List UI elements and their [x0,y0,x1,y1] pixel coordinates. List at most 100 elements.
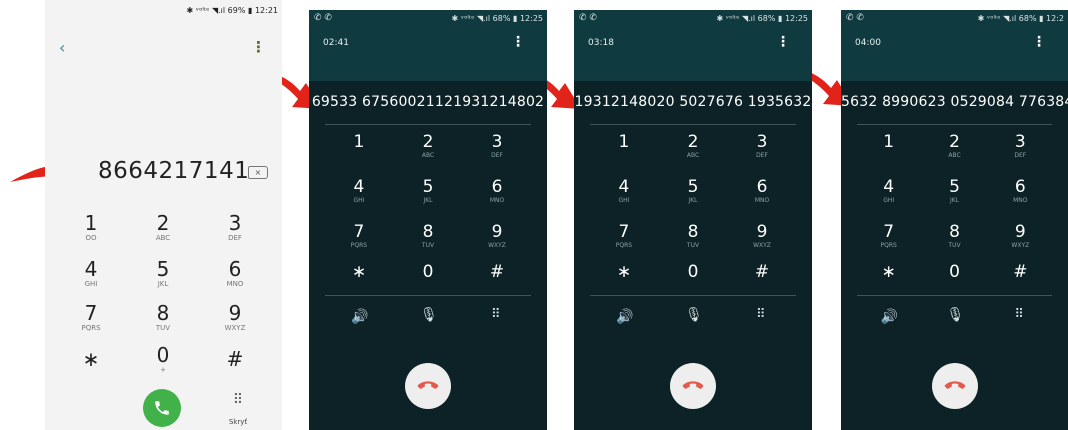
mute-mic-icon[interactable]: 🎙 [420,307,438,323]
key-star[interactable]: ∗ [61,348,121,370]
key-4[interactable]: 4 GHI [859,177,919,205]
key-3[interactable]: 3 DEF [990,132,1050,160]
key-hash[interactable]: # [990,262,1050,282]
key-3[interactable]: 3 DEF [205,212,265,243]
key-letters: MNO [226,280,244,288]
key-3[interactable]: 3 DEF [467,132,527,160]
key-5[interactable]: 5 JKL [133,258,193,289]
key-9[interactable]: 9 WXYZ [467,222,527,250]
key-letters: ABC [155,234,171,242]
key-2[interactable]: 2 ABC [925,132,985,160]
key-4[interactable]: 4 GHI [329,177,389,205]
key-digit: 6 [491,177,503,197]
mute-mic-icon[interactable]: 🎙 [947,307,965,323]
speaker-icon[interactable]: 🔊 [351,309,368,325]
key-digit: 8 [949,222,960,242]
key-1[interactable]: 1 [859,132,919,152]
end-call-button[interactable] [931,363,978,409]
hang-up-icon [682,381,704,389]
key-digit: 9 [491,222,503,242]
backspace-icon[interactable]: × [248,166,268,179]
key-5[interactable]: 5 JKL [398,177,458,205]
key-star[interactable]: ∗ [859,262,919,282]
key-2[interactable]: 2 ABC [133,212,193,243]
key-5[interactable]: 5 JKL [925,177,985,205]
key-8[interactable]: 8 TUV [133,302,193,333]
key-digit: ∗ [881,262,896,282]
keypad-icon[interactable]: ⠿ [491,307,501,322]
key-digit: 2 [687,132,699,152]
key-hash[interactable]: # [467,262,527,282]
key-letters: OO [85,234,97,242]
key-digit: # [754,262,770,282]
key-digit: # [489,262,505,282]
key-letters: PQRS [880,242,897,249]
key-6[interactable]: 6 MNO [205,258,265,289]
key-0[interactable]: 0 [925,262,985,282]
key-letters: MNO [754,197,770,204]
key-6[interactable]: 6 MNO [467,177,527,205]
status-bar: ✱ ᵛᵒˡᵗᵉ ◥.ıl 68% ▮ 12:25 [451,14,543,23]
key-8[interactable]: 8 TUV [925,222,985,250]
mute-mic-icon[interactable]: 🎙 [685,307,703,323]
key-digit: 3 [228,211,242,235]
key-8[interactable]: 8 TUV [663,222,723,250]
divider [590,124,796,125]
key-1[interactable]: 1 OO [61,212,121,243]
key-1[interactable]: 1 [329,132,389,152]
key-1[interactable]: 1 [594,132,654,152]
divider [590,295,796,296]
key-9[interactable]: 9 WXYZ [205,302,265,333]
more-options-icon[interactable]: ⋮ [1032,34,1046,50]
more-options-icon[interactable]: ⋮ [776,34,790,50]
key-digit: 7 [883,222,895,242]
call-status-icon: ✆ ✆ [579,13,597,23]
key-7[interactable]: 7 PQRS [859,222,919,250]
more-options-icon[interactable]: ⋮ [511,34,525,50]
key-2[interactable]: 2 ABC [663,132,723,160]
key-letters: JKL [423,197,433,204]
key-6[interactable]: 6 MNO [732,177,792,205]
key-0[interactable]: 0 [398,262,458,282]
key-digit: 1 [883,132,895,152]
speaker-icon[interactable]: 🔊 [616,309,633,325]
key-letters: WXYZ [753,242,771,249]
more-options-icon[interactable]: ⋮ [251,38,266,56]
key-7[interactable]: 7 PQRS [594,222,654,250]
key-4[interactable]: 4 GHI [61,258,121,289]
key-letters: ABC [948,152,961,159]
key-0[interactable]: 0 [663,262,723,282]
keypad-icon[interactable]: ⠿ [756,307,766,322]
call-button[interactable] [143,389,181,427]
end-call-button[interactable] [670,363,716,409]
key-hash[interactable]: # [205,348,265,370]
key-digit: 2 [156,211,170,235]
divider [857,295,1052,296]
key-star[interactable]: ∗ [329,262,389,282]
key-digit: ∗ [616,262,632,282]
key-digit: 8 [422,222,434,242]
end-call-button[interactable] [405,363,451,409]
key-8[interactable]: 8 TUV [398,222,458,250]
key-4[interactable]: 4 GHI [594,177,654,205]
key-letters: PQRS [615,242,633,249]
key-0[interactable]: 0 + [133,344,193,375]
key-hash[interactable]: # [732,262,792,282]
key-digit: 6 [756,177,768,197]
key-5[interactable]: 5 JKL [663,177,723,205]
key-3[interactable]: 3 DEF [732,132,792,160]
key-7[interactable]: 7 PQRS [61,302,121,333]
key-6[interactable]: 6 MNO [990,177,1050,205]
key-star[interactable]: ∗ [594,262,654,282]
key-9[interactable]: 9 WXYZ [990,222,1050,250]
key-2[interactable]: 2 ABC [398,132,458,160]
key-9[interactable]: 9 WXYZ [732,222,792,250]
back-chevron-icon[interactable]: ‹ [59,38,65,57]
key-7[interactable]: 7 PQRS [329,222,389,250]
keypad-icon[interactable]: ⠿ [228,392,248,408]
dtmf-digits: 5632 8990623 0529084 7763840 [841,94,1068,110]
keypad-icon[interactable]: ⠿ [1014,307,1024,322]
speaker-icon[interactable]: 🔊 [881,309,898,325]
key-letters: PQRS [350,242,368,249]
call-timer: 04:00 [855,38,881,48]
